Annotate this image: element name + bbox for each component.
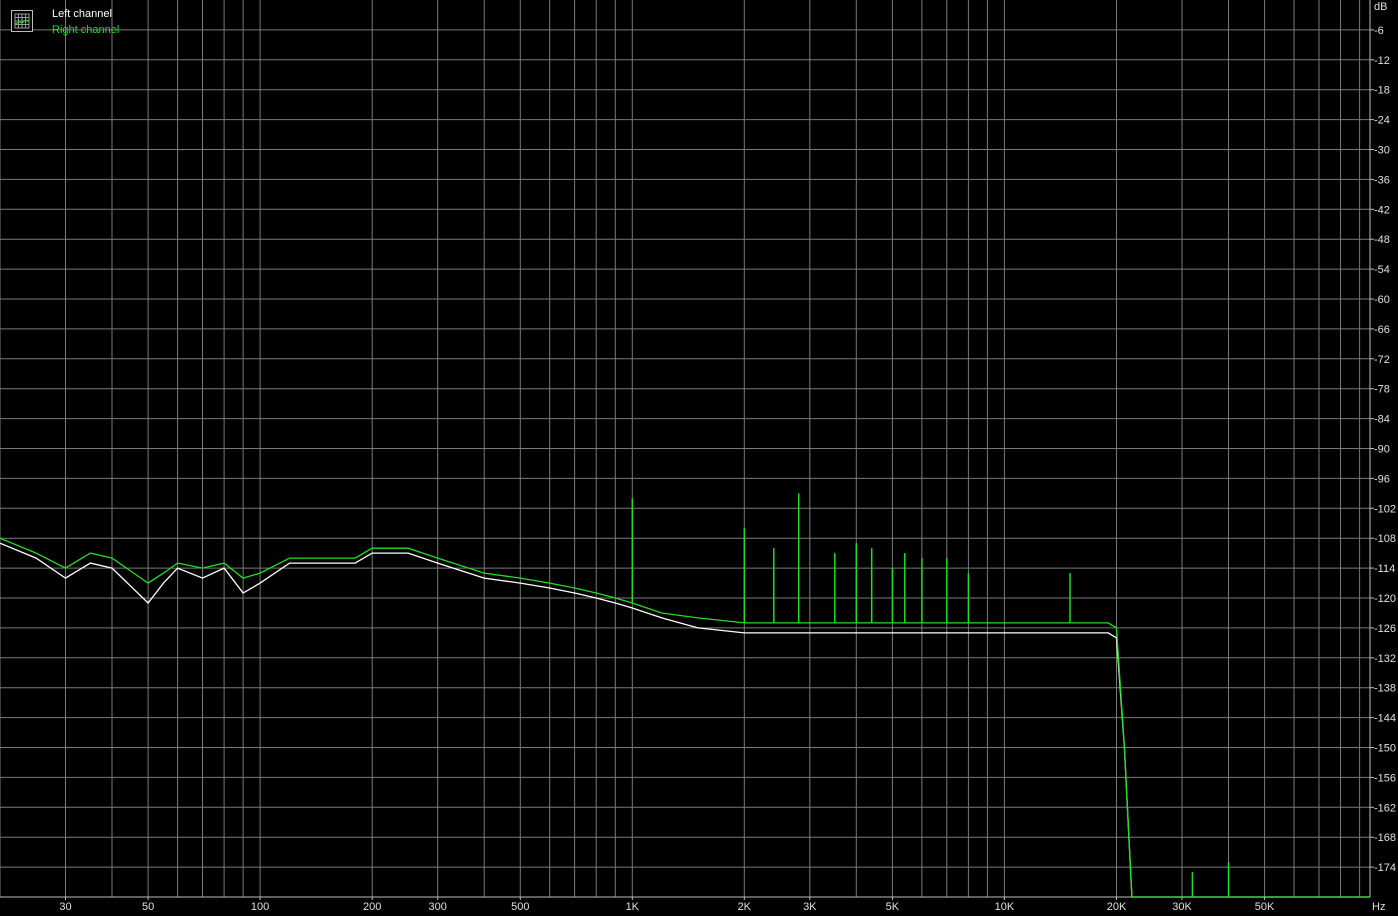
y-tick-label: -144 [1374, 713, 1396, 725]
x-tick-label: 3K [803, 901, 817, 913]
y-tick-label: -126 [1374, 623, 1396, 635]
y-axis-ticks: -6 -12 -18 -24 -30 -36 -42 -48 -54 -60 -66 -72 -78 -8… [1370, 25, 1396, 874]
y-tick-label: -54 [1374, 264, 1390, 276]
y-tick-label: -36 [1374, 174, 1390, 186]
x-tick-label: 2K [738, 901, 752, 913]
y-tick-label: -60 [1374, 294, 1390, 306]
y-tick-label: -162 [1374, 802, 1396, 814]
y-tick-label: -30 [1374, 145, 1390, 157]
y-tick-label: -84 [1374, 414, 1390, 426]
x-tick-label: 50 [142, 901, 154, 913]
y-tick-label: -102 [1374, 503, 1396, 515]
y-tick-label: -66 [1374, 324, 1390, 336]
y-tick-label: -132 [1374, 653, 1396, 665]
y-tick-label: -114 [1374, 563, 1395, 575]
x-tick-label: 30 [59, 901, 71, 913]
y-tick-label: -90 [1374, 444, 1390, 456]
y-tick-label: -150 [1374, 743, 1396, 755]
y-axis-unit-label: dB [1374, 1, 1387, 13]
y-tick-label: -138 [1374, 683, 1396, 695]
y-tick-label: -120 [1374, 593, 1396, 605]
x-axis-ticks: 30 50 100 200 300 500 1K 2K 3K 5K 10K 20K 30K 50K [59, 897, 1275, 913]
x-tick-label: 500 [511, 901, 529, 913]
x-tick-label: 5K [886, 901, 900, 913]
y-tick-label: -42 [1374, 204, 1390, 216]
y-tick-label: -78 [1374, 384, 1390, 396]
x-tick-label: 200 [363, 901, 381, 913]
x-tick-label: 20K [1107, 901, 1127, 913]
x-tick-label: 30K [1172, 901, 1192, 913]
y-tick-label: -24 [1374, 115, 1390, 127]
y-tick-label: -72 [1374, 354, 1390, 366]
legend-grid-icon[interactable] [11, 10, 33, 32]
x-tick-label: 50K [1255, 901, 1275, 913]
y-tick-label: -168 [1374, 832, 1396, 844]
x-tick-label: 1K [626, 901, 640, 913]
y-tick-label: -174 [1374, 862, 1396, 874]
y-tick-label: -48 [1374, 234, 1390, 246]
x-axis-unit-label: Hz [1372, 901, 1385, 913]
x-tick-label: 10K [995, 901, 1015, 913]
legend-left-channel: Left channel [52, 8, 112, 20]
y-tick-label: -18 [1374, 85, 1390, 97]
x-tick-label: 100 [251, 901, 269, 913]
y-tick-label: -6 [1374, 25, 1384, 37]
y-tick-label: -108 [1374, 533, 1396, 545]
x-tick-label: 300 [429, 901, 447, 913]
y-tick-label: -96 [1374, 473, 1390, 485]
legend-right-channel: Right channel [52, 24, 120, 36]
y-tick-label: -12 [1374, 55, 1390, 67]
spectrum-plot: -6 -12 -18 -24 -30 -36 -42 -48 -54 -60 -66 -72 -78 -8… [0, 0, 1396, 913]
y-tick-label: -156 [1374, 772, 1396, 784]
